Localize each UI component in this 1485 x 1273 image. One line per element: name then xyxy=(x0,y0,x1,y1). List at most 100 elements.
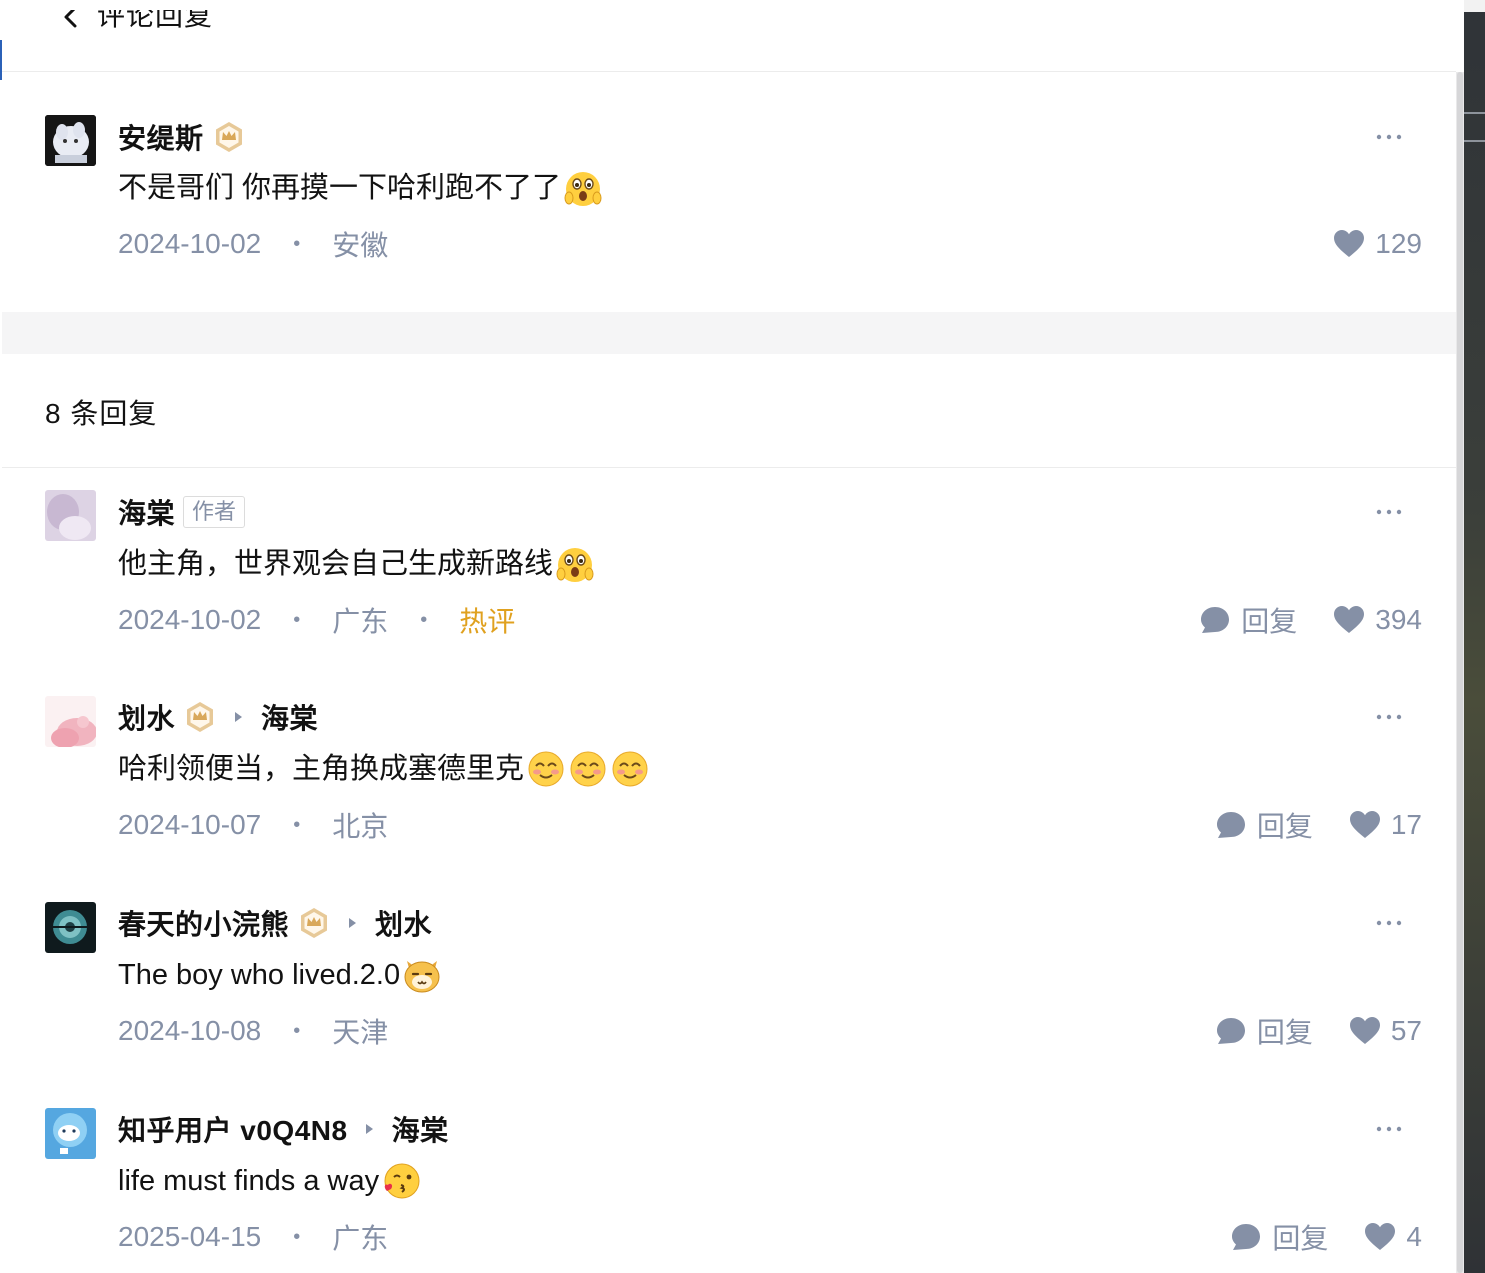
comment-meta: 2025-04-15 • 广东 xyxy=(118,1217,388,1257)
more-options-icon[interactable] xyxy=(1376,134,1402,140)
like-count: 17 xyxy=(1390,809,1422,840)
separator-dot: • xyxy=(293,1019,301,1042)
comment-content: The boy who lived.2.0 xyxy=(118,953,442,997)
separator-dot: • xyxy=(293,1225,301,1248)
comment-text: life must finds a way xyxy=(118,1165,380,1197)
comment-location: 广东 xyxy=(332,606,389,637)
comment-header: 知乎用户 v0Q4N8 海棠 xyxy=(118,1109,449,1149)
blushing-smile-emoji-icon xyxy=(612,751,648,787)
more-options-icon[interactable] xyxy=(1376,509,1402,515)
reply-label: 回复 xyxy=(1256,811,1313,842)
comment-text: 不是哥们 你再摸一下哈利跑不了了 xyxy=(118,172,562,204)
avatar[interactable] xyxy=(45,490,96,541)
like-button[interactable]: 129 xyxy=(1333,228,1422,260)
like-button[interactable]: 394 xyxy=(1333,604,1422,636)
comment-actions: 回复 394 xyxy=(1163,600,1422,640)
username[interactable]: 知乎用户 v0Q4N8 xyxy=(118,1109,348,1149)
like-count: 4 xyxy=(1406,1221,1422,1252)
heart-icon xyxy=(1334,230,1365,257)
reply-button[interactable]: 回复 xyxy=(1215,805,1313,845)
comment-actions: 回复 57 xyxy=(1179,1011,1422,1051)
like-button[interactable]: 57 xyxy=(1349,1015,1422,1047)
more-options-icon[interactable] xyxy=(1376,714,1402,720)
separator-dot: • xyxy=(293,232,301,255)
comment-meta: 2024-10-02 • 安徽 xyxy=(118,224,388,264)
reply-button[interactable]: 回复 xyxy=(1215,1011,1313,1051)
reply-button[interactable]: 回复 xyxy=(1199,600,1297,640)
replies-count: 8 条回复 xyxy=(45,398,158,429)
username[interactable]: 海棠 xyxy=(118,492,175,532)
username[interactable]: 划水 xyxy=(118,697,175,737)
separator-dot: • xyxy=(420,608,428,631)
avatar[interactable] xyxy=(45,1108,96,1159)
comment-actions: 回复 17 xyxy=(1179,805,1422,845)
hot-comment-label: 热评 xyxy=(459,606,516,637)
like-count: 129 xyxy=(1375,228,1422,259)
dog-face-emoji-icon xyxy=(404,961,440,993)
reply-label: 回复 xyxy=(1241,606,1298,637)
comment-header: 安缇斯 xyxy=(118,117,246,157)
reply-arrow-icon xyxy=(349,918,357,928)
section-divider xyxy=(2,312,1456,354)
more-options-icon[interactable] xyxy=(1376,920,1402,926)
comment-location: 安徽 xyxy=(332,230,389,261)
comment-date: 2025-04-15 xyxy=(118,1221,262,1252)
like-button[interactable]: 4 xyxy=(1364,1221,1422,1253)
comment-location: 广东 xyxy=(332,1223,389,1254)
reply-to-username[interactable]: 海棠 xyxy=(392,1109,449,1149)
author-tag: 作者 xyxy=(183,496,246,528)
reply-to-username[interactable]: 划水 xyxy=(375,903,432,943)
kissing-face-emoji-icon xyxy=(384,1163,420,1199)
reply-to-username[interactable]: 海棠 xyxy=(261,697,318,737)
crown-badge-icon xyxy=(187,702,214,732)
heart-icon xyxy=(1334,606,1365,633)
reply-arrow-icon xyxy=(235,712,243,722)
comment-meta: 2024-10-07 • 北京 xyxy=(118,805,388,845)
comment-content: 不是哥们 你再摸一下哈利跑不了了 xyxy=(118,166,603,210)
username[interactable]: 春天的小浣熊 xyxy=(118,903,289,943)
separator-dot: • xyxy=(293,813,301,836)
scrollbar-thumb[interactable] xyxy=(1457,72,1463,1273)
blushing-smile-emoji-icon xyxy=(570,751,606,787)
like-count: 57 xyxy=(1390,1015,1422,1046)
heart-icon xyxy=(1365,1223,1396,1250)
comment-actions: 129 xyxy=(1297,224,1422,264)
comment-content: 他主角，世界观会自己生成新路线 xyxy=(118,542,595,586)
back-arrow-icon[interactable] xyxy=(60,10,82,28)
comment-header: 海棠 作者 xyxy=(118,492,246,532)
crown-badge-icon xyxy=(215,122,242,152)
like-count: 394 xyxy=(1375,604,1422,635)
username[interactable]: 安缇斯 xyxy=(118,117,204,157)
comment-date: 2024-10-07 xyxy=(118,809,262,840)
comment-text: 哈利领便当，主角换成塞德里克 xyxy=(118,753,525,785)
comment-text: The boy who lived.2.0 xyxy=(118,959,401,991)
comment-meta: 2024-10-08 • 天津 xyxy=(118,1011,388,1051)
shocked-face-emoji-icon xyxy=(556,548,594,582)
heart-icon xyxy=(1349,811,1380,838)
shocked-face-emoji-icon xyxy=(564,172,602,206)
comment-location: 天津 xyxy=(332,1017,389,1048)
avatar[interactable] xyxy=(45,696,96,747)
reply-arrow-icon xyxy=(365,1124,373,1134)
comment-reply-modal: 评论回复 安缇斯 不是哥们 你再摸一下哈利跑不了了 2024-10-02 • 安… xyxy=(2,10,1464,1273)
comment-location: 北京 xyxy=(332,811,389,842)
separator-dot: • xyxy=(293,608,301,631)
comment-bubble-icon xyxy=(1216,812,1245,838)
more-options-icon[interactable] xyxy=(1376,1126,1402,1132)
comment-content: life must finds a way xyxy=(118,1159,421,1203)
reply-button[interactable]: 回复 xyxy=(1230,1217,1328,1257)
comment-bubble-icon xyxy=(1232,1224,1261,1250)
comment-date: 2024-10-02 xyxy=(118,604,262,635)
modal-header: 评论回复 xyxy=(2,10,1456,72)
avatar[interactable] xyxy=(45,115,96,166)
avatar[interactable] xyxy=(45,902,96,953)
blushing-smile-emoji-icon xyxy=(528,751,564,787)
heart-icon xyxy=(1349,1017,1380,1044)
comment-content: 哈利领便当，主角换成塞德里克 xyxy=(118,747,650,791)
comment-date: 2024-10-08 xyxy=(118,1015,262,1046)
comment-actions: 回复 4 xyxy=(1194,1217,1422,1257)
comment-bubble-icon xyxy=(1216,1018,1245,1044)
like-button[interactable]: 17 xyxy=(1349,809,1422,841)
comment-bubble-icon xyxy=(1201,607,1230,633)
comment-header: 划水 海棠 xyxy=(118,697,318,737)
